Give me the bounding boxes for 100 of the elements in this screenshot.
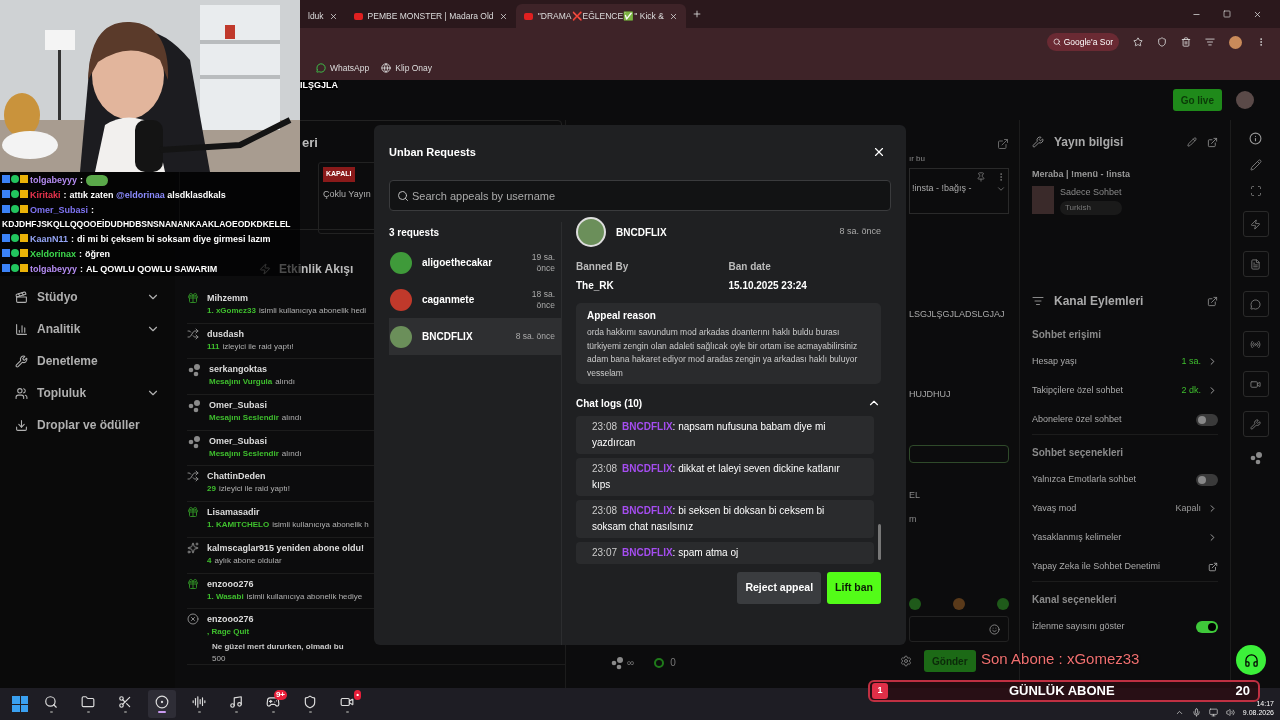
watcher-count: ∞ [627, 656, 635, 670]
chat-username: tolgabeyyy [30, 175, 78, 185]
chat-message: m [909, 512, 918, 526]
shield-icon[interactable] [1157, 37, 1167, 47]
request-item[interactable]: BNCDFLIX 8 sa. önce [389, 318, 561, 355]
close-icon[interactable] [872, 145, 886, 159]
browser-icon [155, 695, 169, 709]
chat-message: attık zaten @eldorinaa alsdklasdkals [69, 190, 226, 200]
sidebar-label: Droplar ve ödüller [37, 417, 141, 434]
setting-label[interactable]: Yapay Zeka ile Sohbet Denetimi [1032, 559, 1208, 574]
windows-start-icon[interactable] [12, 696, 28, 712]
chat-logs-header[interactable]: Chat logs (10) [576, 392, 881, 414]
badge-icons [2, 175, 28, 183]
event-detail: izleyici ile raid yaptı! [222, 340, 294, 353]
scrollbar-thumb[interactable] [878, 524, 881, 560]
panel-title: Yayın bilgisi [1054, 134, 1125, 151]
event-amount: 500 [212, 654, 227, 665]
ask-google-button[interactable]: Google'a Sor [1046, 33, 1119, 51]
close-tab-icon[interactable] [328, 11, 338, 21]
sidebar-item[interactable]: Analitik [15, 320, 160, 338]
list-icon[interactable] [1205, 37, 1215, 47]
toggle-switch[interactable] [1196, 413, 1218, 426]
new-tab-icon[interactable] [691, 9, 702, 19]
event-detail: isimli kullanıcıya abonelik hediye [246, 590, 363, 603]
monitor-icon[interactable] [1208, 708, 1218, 717]
event-detail: alındı [275, 376, 295, 389]
taskbar-app[interactable] [148, 690, 176, 718]
toggle-switch[interactable] [1196, 473, 1218, 486]
setting-label[interactable]: Yalnızca Emotlarla sohbet [1032, 472, 1196, 487]
sidebar-item[interactable]: Denetleme [15, 352, 160, 370]
chat-bubble-icon [316, 63, 326, 73]
chevron-up-icon[interactable] [1174, 708, 1184, 717]
toggle-switch[interactable] [1196, 620, 1218, 633]
bookmark[interactable]: Klip Onay [395, 61, 433, 75]
star-icon[interactable] [1133, 37, 1143, 47]
info-icon[interactable] [1249, 132, 1262, 145]
event-title: dusdash [207, 327, 245, 341]
smile-icon[interactable] [989, 623, 1000, 635]
pin-icon[interactable] [976, 172, 986, 182]
clapperboard-icon [15, 290, 28, 304]
pencil-icon[interactable] [1249, 159, 1262, 171]
microphone-icon[interactable] [1191, 708, 1201, 717]
chevron-icon [1207, 503, 1218, 514]
request-item[interactable]: caganmete 18 sa. önce [389, 281, 561, 318]
request-item[interactable]: aligoethecakar 19 sa. önce [389, 244, 561, 281]
trash-icon[interactable] [1181, 37, 1191, 47]
avatar [576, 217, 606, 247]
dots-icon [1248, 451, 1263, 465]
status-label: Çoklu Yayın [323, 187, 372, 200]
sidebar-item[interactable]: Topluluk [15, 384, 160, 402]
popout-icon[interactable] [1207, 136, 1218, 148]
reject-appeal-button[interactable]: Reject appeal [737, 572, 822, 604]
chat-username: Kiritaki [30, 190, 61, 200]
setting-label[interactable]: Takipçilere özel sohbet [1032, 383, 1182, 398]
headset-icon [1243, 652, 1259, 668]
bolt-icon[interactable] [1242, 211, 1269, 237]
close-icon[interactable] [1253, 9, 1262, 19]
lift-ban-button[interactable]: Lift ban [827, 572, 881, 604]
sidebar-label: Analitik [37, 321, 82, 338]
search-field[interactable]: Search appeals by username [389, 180, 891, 211]
close-tab-icon[interactable] [498, 11, 508, 21]
browser-tab[interactable]: PEMBE MONSTER | Madara Old [345, 4, 516, 28]
external-link-icon [1208, 561, 1218, 572]
taskbar-app[interactable]: • [333, 690, 361, 718]
popout-icon[interactable] [1207, 295, 1218, 307]
maximize-icon[interactable] [1223, 9, 1231, 18]
popout-icon[interactable] [997, 138, 1009, 150]
bookmark[interactable]: WhatsApp [330, 61, 370, 75]
setting-label[interactable]: Yasaklanmış kelimeler [1032, 530, 1207, 545]
event-highlight: 1. KAMITCHELO [207, 519, 270, 532]
chat-message: AL QOWLU QOWLU SAWARIM [86, 264, 218, 274]
browser-tab[interactable]: lduk [300, 4, 346, 28]
category-name: Sadece Sohbet [1060, 185, 1122, 199]
speaker-icon[interactable] [1225, 708, 1235, 717]
gift-icon [187, 577, 199, 590]
close-tab-icon[interactable] [668, 11, 678, 21]
sidebar-item[interactable]: Stüdyo [15, 288, 160, 306]
camera-icon[interactable] [1242, 371, 1269, 397]
field-label: Banned By [576, 260, 630, 274]
setting-label[interactable]: Abonelere özel sohbet [1032, 412, 1196, 427]
setting-label[interactable]: Hesap yaşı [1032, 354, 1182, 369]
setting-value: 2 dk. [1181, 383, 1201, 397]
panel-title: eri [302, 134, 318, 152]
chat-input[interactable] [909, 616, 1009, 642]
chat-username: tolgabeyyy [30, 264, 78, 274]
event-highlight: Mesajını Seslendir [209, 447, 279, 460]
sidebar-item[interactable]: Droplar ve ödüller [15, 416, 160, 434]
request-username: caganmete [422, 293, 476, 307]
scan-icon[interactable] [1249, 185, 1262, 197]
settings-icon[interactable] [900, 655, 912, 667]
chat-message: HUJDHUJ [909, 387, 952, 401]
separator: : [79, 249, 82, 259]
broadcast-icon[interactable] [1242, 331, 1269, 357]
browser-tab[interactable]: ''DRAMA❌EĞLENCE✅'' Kick & [515, 4, 686, 28]
setting-label[interactable]: Yavaş mod [1032, 501, 1176, 516]
pencil-icon[interactable] [1187, 137, 1197, 147]
profile-avatar[interactable] [1229, 35, 1242, 49]
event-title: ChattinDeden [207, 470, 267, 484]
setting-label[interactable]: İzlenme sayısını göster [1032, 619, 1196, 634]
taskbar-app[interactable]: 9+ [259, 690, 287, 718]
